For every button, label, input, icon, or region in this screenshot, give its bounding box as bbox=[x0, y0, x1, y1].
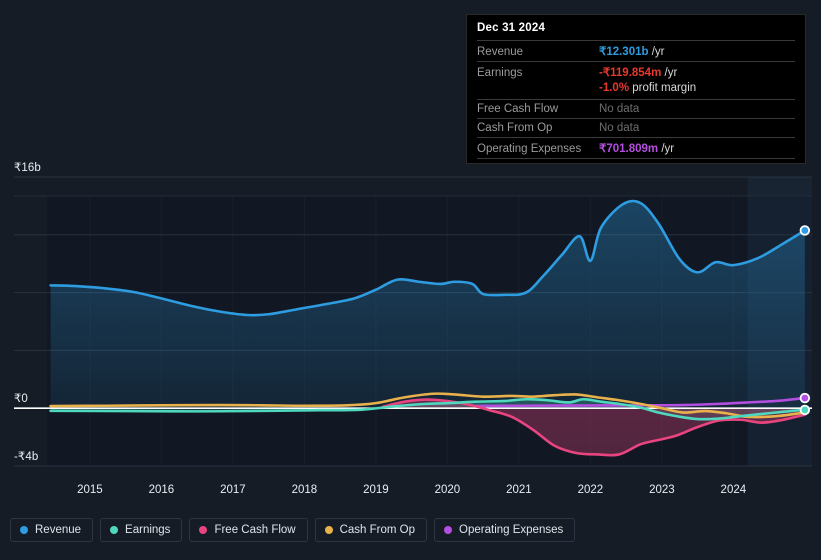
x-axis-tick: 2022 bbox=[577, 484, 604, 496]
legend-dot-icon bbox=[199, 526, 208, 534]
legend-item-label: Revenue bbox=[35, 524, 82, 536]
legend-item-operating-expenses[interactable]: Operating Expenses bbox=[434, 518, 576, 542]
legend-dot-icon bbox=[324, 526, 333, 534]
tooltip-row-value: No data bbox=[599, 103, 639, 115]
tooltip-row-label: Revenue bbox=[477, 46, 524, 58]
endpoint-marker-revenue bbox=[799, 225, 811, 236]
tooltip-row-value: No data bbox=[599, 122, 639, 134]
chart-tooltip: Dec 31 2024 Revenue ₹12.301b /yr Earnings -… bbox=[466, 14, 806, 164]
legend-dot-icon bbox=[20, 526, 28, 534]
x-axis-tick: 2020 bbox=[434, 484, 461, 496]
legend-item-free-cash-flow[interactable]: Free Cash Flow bbox=[189, 518, 308, 542]
endpoint-marker-operating-expenses bbox=[799, 392, 811, 404]
tooltip-row-value: -₹119.854m /yr bbox=[599, 65, 677, 79]
tooltip-no-data: No data bbox=[599, 122, 640, 134]
x-axis-tick: 2017 bbox=[220, 484, 246, 496]
tooltip-row: Revenue ₹12.301b /yr bbox=[477, 40, 795, 61]
chart-screenshot: ₹16b ₹0 -₹4b 2015 2016 2017 2018 2019 2020 2021 2… bbox=[0, 0, 821, 560]
legend-item-label: Free Cash Flow bbox=[214, 524, 296, 536]
y-axis-tick: -₹4b bbox=[14, 451, 39, 463]
tooltip-rows: Revenue ₹12.301b /yr Earnings -₹119.854m /y… bbox=[477, 40, 795, 159]
tooltip-row-number: ₹12.301b bbox=[599, 46, 649, 58]
legend-item-label: Earnings bbox=[125, 524, 171, 536]
chart-legend[interactable]: Revenue Earnings Free Cash Flow Cash From O… bbox=[10, 518, 576, 542]
tooltip-row-label: Operating Expenses bbox=[477, 143, 582, 155]
tooltip-row-label: Earnings bbox=[477, 67, 523, 79]
tooltip-row: Cash From Op No data bbox=[477, 118, 795, 137]
tooltip-row-number: -1.0% bbox=[599, 82, 630, 94]
legend-dot-icon bbox=[444, 526, 453, 534]
x-axis-tick: 2024 bbox=[720, 484, 747, 496]
y-axis-tick: ₹0 bbox=[14, 393, 28, 406]
legend-item-revenue[interactable]: Revenue bbox=[10, 518, 94, 542]
tooltip-row-unit: /yr bbox=[658, 143, 675, 155]
x-axis-tick: 2015 bbox=[77, 484, 103, 496]
legend-item-cash-from-op[interactable]: Cash From Op bbox=[314, 518, 428, 542]
tooltip-row-unit: /yr bbox=[648, 46, 665, 58]
tooltip-row-number: -₹119.854m bbox=[599, 67, 662, 79]
x-axis-tick: 2019 bbox=[363, 484, 389, 496]
endpoint-marker-earnings bbox=[799, 404, 811, 416]
tooltip-date: Dec 31 2024 bbox=[477, 22, 546, 34]
legend-item-label: Cash From Op bbox=[339, 524, 416, 536]
tooltip-row-unit: /yr bbox=[661, 67, 678, 79]
y-axis-tick: ₹16b bbox=[14, 162, 41, 174]
tooltip-no-data: No data bbox=[599, 103, 640, 115]
tooltip-row-number: ₹701.809m bbox=[599, 143, 659, 155]
x-axis-tick: 2016 bbox=[148, 484, 175, 496]
tooltip-row-label: Cash From Op bbox=[477, 122, 553, 134]
x-axis-tick: 2021 bbox=[506, 484, 532, 496]
x-axis-tick: 2018 bbox=[291, 484, 318, 496]
tooltip-row-unit: profit margin bbox=[629, 82, 697, 94]
tooltip-row-label: Free Cash Flow bbox=[477, 103, 559, 115]
tooltip-row-value: ₹12.301b /yr bbox=[599, 44, 665, 58]
legend-dot-icon bbox=[110, 526, 119, 534]
tooltip-row-value: -1.0% profit margin bbox=[599, 82, 696, 94]
x-axis-tick: 2023 bbox=[649, 484, 675, 496]
tooltip-row: Operating Expenses ₹701.809m /yr bbox=[477, 137, 795, 159]
legend-item-earnings[interactable]: Earnings bbox=[100, 518, 183, 542]
tooltip-row: Earnings -₹119.854m /yr bbox=[477, 61, 795, 82]
legend-item-label: Operating Expenses bbox=[459, 524, 564, 536]
tooltip-row: -1.0% profit margin bbox=[477, 82, 795, 99]
tooltip-row-value: ₹701.809m /yr bbox=[599, 141, 674, 155]
tooltip-row: Free Cash Flow No data bbox=[477, 99, 795, 118]
